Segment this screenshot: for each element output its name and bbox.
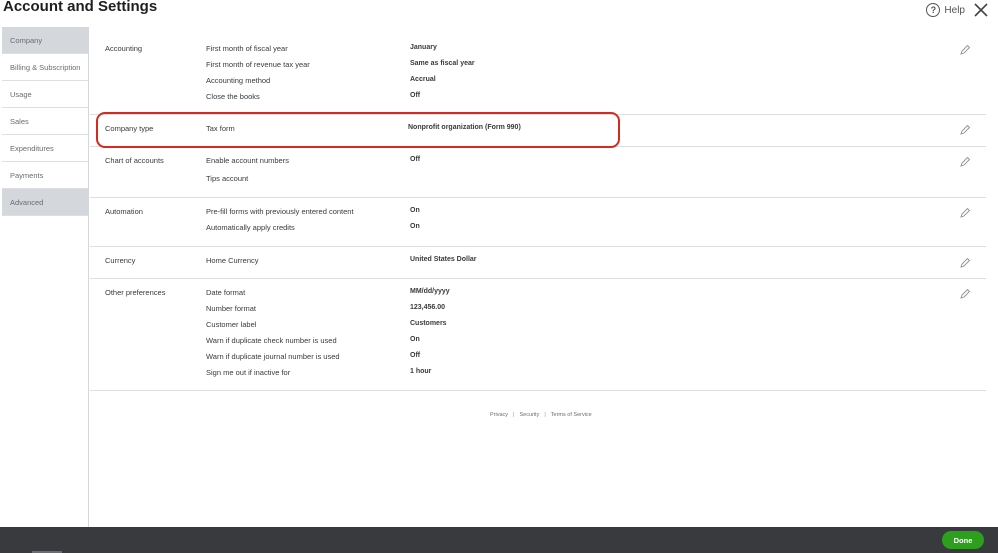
section-automation: Automation Pre-fill forms with previousl…: [90, 198, 986, 247]
pencil-icon[interactable]: [959, 156, 971, 168]
section-title: Currency: [105, 256, 136, 265]
setting-value: Same as fiscal year: [410, 60, 475, 67]
security-link[interactable]: Security: [519, 412, 539, 418]
setting-value: Off: [410, 92, 421, 99]
setting-value: On: [410, 223, 420, 230]
sidebar-item-advanced[interactable]: Advanced: [2, 189, 88, 216]
pencil-icon[interactable]: [959, 207, 971, 219]
sidebar-item-usage[interactable]: Usage: [2, 81, 88, 108]
setting-value: United States Dollar: [410, 256, 477, 263]
close-icon[interactable]: [973, 2, 989, 18]
setting-value: On: [410, 207, 420, 214]
help-icon: ?: [926, 3, 941, 17]
setting-label: Tax form: [206, 124, 235, 133]
page-title: Account and Settings: [3, 0, 158, 15]
section-title: Chart of accounts: [105, 156, 164, 165]
setting-label: Warn if duplicate check number is used: [206, 336, 337, 345]
setting-label: Accounting method: [206, 76, 271, 85]
pencil-icon[interactable]: [959, 124, 971, 136]
setting-label: Pre-fill forms with previously entered c…: [206, 207, 354, 216]
bottom-bar: Done: [0, 527, 998, 553]
setting-value: MM/dd/yyyy: [410, 288, 450, 295]
setting-label: Number format: [206, 304, 257, 313]
setting-value: Off: [410, 352, 421, 359]
setting-value: Customers: [410, 320, 447, 327]
pencil-icon[interactable]: [959, 44, 971, 56]
footer-separator: |: [513, 412, 515, 418]
setting-label: Warn if duplicate journal number is used: [206, 352, 340, 361]
help-link[interactable]: ? Help: [926, 3, 965, 17]
settings-content: Accounting First month of fiscal year Ja…: [90, 27, 986, 527]
setting-label: Automatically apply credits: [206, 223, 295, 232]
setting-value: 123,456.00: [410, 304, 446, 311]
pencil-icon[interactable]: [959, 257, 971, 269]
setting-value: January: [410, 44, 437, 51]
section-title: Accounting: [105, 44, 143, 53]
pencil-icon[interactable]: [959, 288, 971, 300]
section-title: Automation: [105, 207, 143, 216]
section-chart-of-accounts: Chart of accounts Enable account numbers…: [90, 147, 986, 198]
footer-links: Privacy | Security | Terms of Service: [490, 412, 592, 418]
help-label: Help: [944, 4, 965, 16]
section-title: Other preferences: [105, 288, 166, 297]
section-title: Company type: [105, 124, 154, 133]
setting-label: Enable account numbers: [206, 156, 289, 165]
setting-label: Close the books: [206, 92, 260, 101]
header: Account and Settings ? Help: [0, 0, 998, 26]
section-other-preferences: Other preferences Date format MM/dd/yyyy…: [90, 279, 986, 391]
terms-link[interactable]: Terms of Service: [551, 412, 592, 418]
section-currency: Currency Home Currency United States Dol…: [90, 247, 986, 279]
setting-label: Sign me out if inactive for: [206, 368, 291, 377]
footer-separator: |: [544, 412, 546, 418]
setting-label: First month of revenue tax year: [206, 60, 310, 69]
setting-value: 1 hour: [410, 368, 432, 375]
privacy-link[interactable]: Privacy: [490, 412, 508, 418]
done-button[interactable]: Done: [942, 531, 984, 549]
section-accounting: Accounting First month of fiscal year Ja…: [90, 27, 986, 115]
setting-label: Home Currency: [206, 256, 259, 265]
setting-value: Accrual: [410, 76, 436, 83]
setting-value: Nonprofit organization (Form 990): [408, 124, 521, 131]
section-company-type: Company type Tax form Nonprofit organiza…: [90, 115, 986, 147]
setting-label: First month of fiscal year: [206, 44, 288, 53]
sidebar-item-company[interactable]: Company: [2, 27, 88, 54]
settings-sidebar: Company Billing & Subscription Usage Sal…: [2, 27, 89, 527]
setting-label: Date format: [206, 288, 246, 297]
setting-label: Tips account: [206, 174, 249, 183]
sidebar-item-payments[interactable]: Payments: [2, 162, 88, 189]
sidebar-item-billing[interactable]: Billing & Subscription: [2, 54, 88, 81]
setting-value: Off: [410, 156, 421, 163]
setting-label: Customer label: [206, 320, 257, 329]
sidebar-item-sales[interactable]: Sales: [2, 108, 88, 135]
setting-value: On: [410, 336, 420, 343]
sidebar-item-expenditures[interactable]: Expenditures: [2, 135, 88, 162]
